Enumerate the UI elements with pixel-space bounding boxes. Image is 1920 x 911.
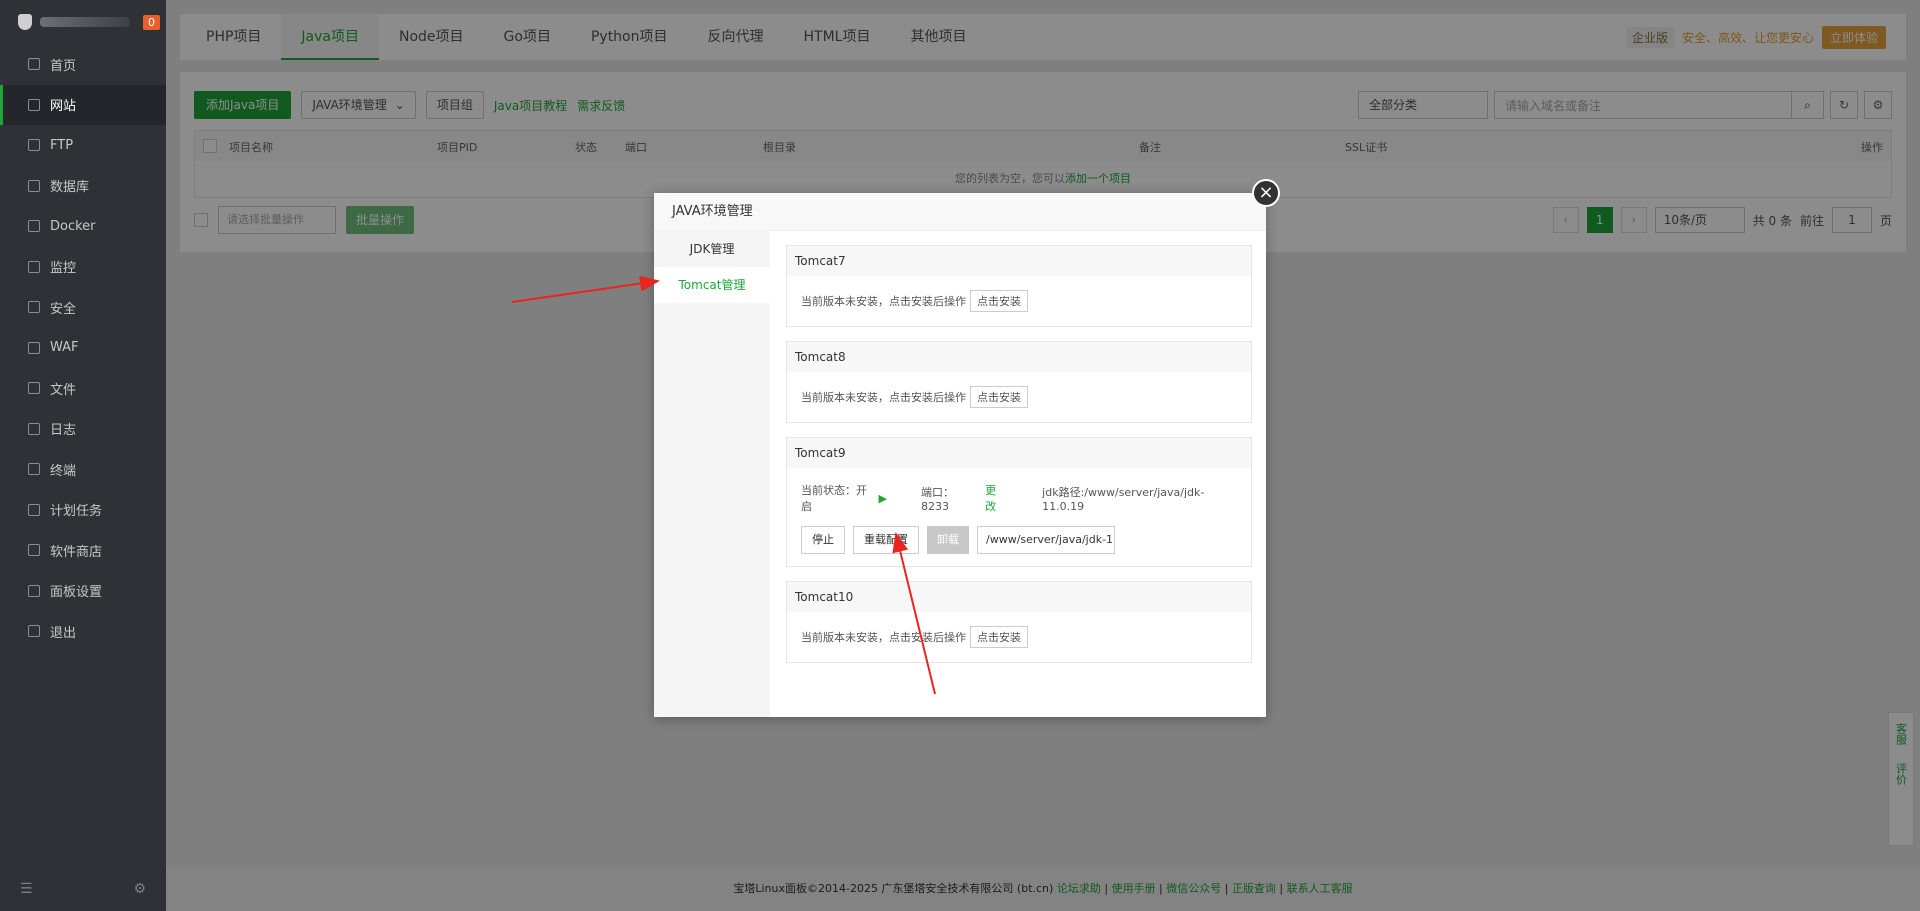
tomcat8-title: Tomcat8 xyxy=(787,342,1251,372)
tomcat9-card: Tomcat9 当前状态：开启 ▶ 端口：8233 更改 jdk路径:/www/… xyxy=(786,437,1252,567)
monitor-icon xyxy=(28,260,40,273)
sidebar-item-label: Docker xyxy=(50,218,96,234)
home-icon xyxy=(28,58,40,71)
install-tomcat7-button[interactable]: 点击安装 xyxy=(970,290,1028,312)
tomcat8-card: Tomcat8 当前版本未安装，点击安装后操作 点击安装 xyxy=(786,341,1252,423)
install-tomcat10-button[interactable]: 点击安装 xyxy=(970,626,1028,648)
install-tomcat8-button[interactable]: 点击安装 xyxy=(970,386,1028,408)
sidebar-item-10[interactable]: 终端 xyxy=(0,449,166,490)
docker-icon xyxy=(28,220,40,233)
not-installed-text: 当前版本未安装，点击安装后操作 xyxy=(801,295,966,308)
sidebar-header: 0 xyxy=(0,0,166,44)
sidebar-item-label: FTP xyxy=(50,137,74,153)
terminal-icon xyxy=(28,463,40,476)
sidebar-item-label: 监控 xyxy=(50,261,77,277)
folder-icon xyxy=(28,382,40,395)
dialog-body: Tomcat7 当前版本未安装，点击安装后操作 点击安装 Tomcat8 当前版… xyxy=(770,231,1266,717)
sidebar-item-label: 终端 xyxy=(50,463,77,479)
sidebar-item-label: 文件 xyxy=(50,382,77,398)
close-icon[interactable]: × xyxy=(1252,179,1280,207)
menu-tomcat[interactable]: Tomcat管理 xyxy=(654,267,770,303)
sidebar-item-label: 计划任务 xyxy=(50,504,103,520)
tomcat9-status: 当前状态：开启 xyxy=(801,484,867,513)
sidebar-item-label: 软件商店 xyxy=(50,544,103,560)
sidebar-item-label: WAF xyxy=(50,340,79,356)
tomcat10-card: Tomcat10 当前版本未安装，点击安装后操作 点击安装 xyxy=(786,581,1252,663)
sidebar-item-3[interactable]: 数据库 xyxy=(0,166,166,207)
stop-button[interactable]: 停止 xyxy=(801,526,845,554)
sidebar-item-label: 日志 xyxy=(50,423,77,439)
sidebar-item-1[interactable]: 网站 xyxy=(0,84,166,125)
database-icon xyxy=(28,179,40,192)
java-env-dialog: JAVA环境管理 × JDK管理 Tomcat管理 Tomcat7 当前版本未安… xyxy=(654,179,1280,717)
tomcat9-title: Tomcat9 xyxy=(787,438,1251,468)
shield-icon xyxy=(28,301,40,314)
settings-icon xyxy=(28,584,40,597)
store-icon xyxy=(28,544,40,557)
jdk-path-select[interactable]: /www/server/java/jdk-11.0.19 xyxy=(977,526,1115,554)
sidebar-item-0[interactable]: 首页 xyxy=(0,44,166,85)
not-installed-text: 当前版本未安装，点击安装后操作 xyxy=(801,631,966,644)
sidebar-item-label: 网站 xyxy=(50,99,77,115)
sidebar-item-2[interactable]: FTP xyxy=(0,125,166,166)
ftp-icon xyxy=(28,139,40,152)
sidebar-item-14[interactable]: 退出 xyxy=(0,611,166,652)
collapse-menu-icon[interactable]: ☰ xyxy=(20,881,33,897)
sidebar-item-8[interactable]: 文件 xyxy=(0,368,166,409)
sidebar-item-5[interactable]: 监控 xyxy=(0,247,166,288)
sidebar-footer: ☰ ⚙ xyxy=(0,867,166,911)
sidebar-item-label: 安全 xyxy=(50,301,77,317)
sidebar-item-13[interactable]: 面板设置 xyxy=(0,571,166,612)
waf-icon xyxy=(28,341,40,354)
sidebar-item-4[interactable]: Docker xyxy=(0,206,166,247)
sidebar: 0 首页网站 FTP 数据库 Docker 监控安全 WAF 文件日志终端计划任务软件商店面… xyxy=(0,0,166,911)
dialog-menu: JDK管理 Tomcat管理 xyxy=(654,231,770,717)
notification-badge[interactable]: 0 xyxy=(143,14,160,30)
sidebar-item-label: 数据库 xyxy=(50,180,90,196)
calendar-icon xyxy=(28,503,40,516)
tomcat7-title: Tomcat7 xyxy=(787,246,1251,276)
sidebar-item-9[interactable]: 日志 xyxy=(0,409,166,450)
logo-icon xyxy=(18,14,32,30)
reload-config-button[interactable]: 重载配置 xyxy=(853,526,919,554)
logout-icon xyxy=(28,625,40,638)
tomcat9-jdk-path: jdk路径:/www/server/java/jdk-11.0.19 xyxy=(1042,485,1205,513)
play-icon: ▶ xyxy=(878,491,887,505)
sidebar-item-6[interactable]: 安全 xyxy=(0,287,166,328)
tomcat10-title: Tomcat10 xyxy=(787,582,1251,612)
sidebar-item-label: 首页 xyxy=(50,58,77,74)
dialog-title: JAVA环境管理 xyxy=(654,193,1266,231)
globe-icon xyxy=(28,98,40,111)
menu-jdk[interactable]: JDK管理 xyxy=(654,231,770,267)
settings-gear-icon[interactable]: ⚙ xyxy=(133,881,146,897)
not-installed-text: 当前版本未安装，点击安装后操作 xyxy=(801,391,966,404)
change-port-link[interactable]: 更改 xyxy=(985,482,1006,514)
log-icon xyxy=(28,422,40,435)
sidebar-item-label: 退出 xyxy=(50,625,77,641)
sidebar-item-12[interactable]: 软件商店 xyxy=(0,530,166,571)
uninstall-button[interactable]: 卸载 xyxy=(927,526,969,554)
server-name-blurred xyxy=(40,17,130,27)
sidebar-item-11[interactable]: 计划任务 xyxy=(0,490,166,531)
tomcat9-port: 端口：8233 xyxy=(920,485,954,513)
sidebar-item-7[interactable]: WAF xyxy=(0,328,166,369)
sidebar-item-label: 面板设置 xyxy=(50,585,103,601)
tomcat7-card: Tomcat7 当前版本未安装，点击安装后操作 点击安装 xyxy=(786,245,1252,327)
